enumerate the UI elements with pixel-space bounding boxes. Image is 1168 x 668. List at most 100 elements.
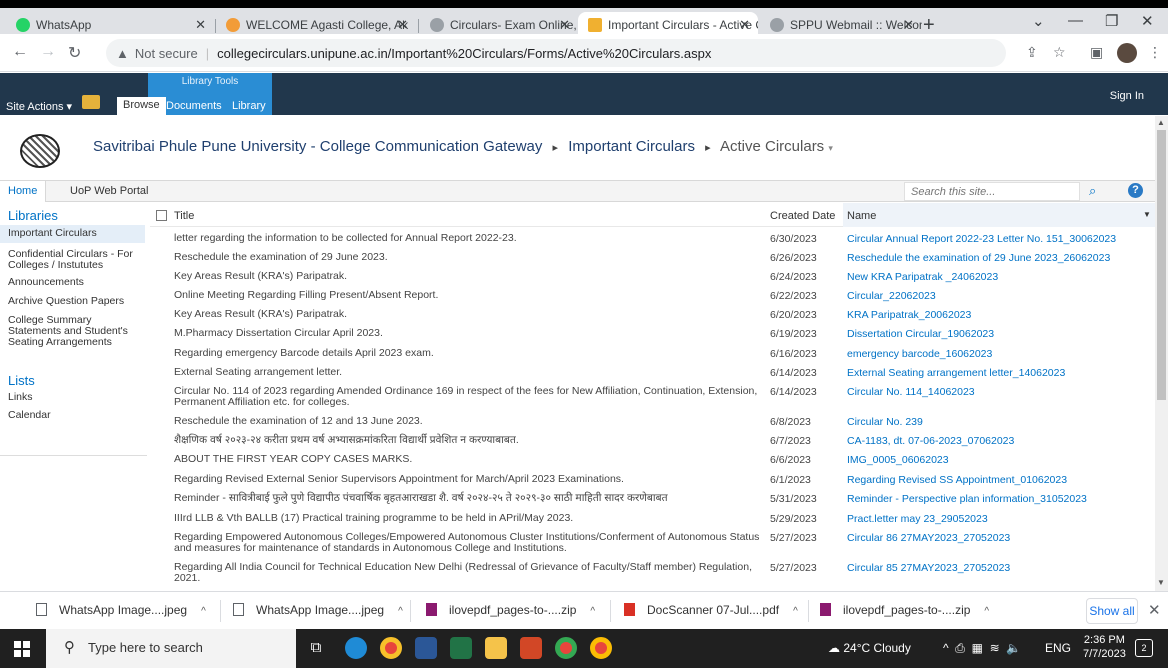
site-title-link[interactable]: Savitribai Phule Pune University - Colle…	[93, 138, 542, 155]
restore-icon[interactable]: ❐	[1105, 12, 1118, 30]
close-icon[interactable]: ✕	[397, 17, 408, 33]
row-name-link[interactable]: Reminder - Perspective plan information_…	[847, 493, 1087, 505]
security-label[interactable]: Not secure	[135, 46, 198, 61]
row-name-link[interactable]: IMG_0005_06062023	[847, 454, 949, 466]
show-all-button[interactable]: Show all	[1086, 598, 1138, 624]
row-title[interactable]: letter regarding the information to be c…	[174, 233, 766, 244]
row-title[interactable]: Key Areas Result (KRA's) Paripatrak.	[174, 271, 766, 282]
file-explorer-icon[interactable]	[485, 637, 507, 659]
address-bar[interactable]: ▲ Not secure | collegecirculars.unipune.…	[106, 39, 1006, 67]
bookmark-star-icon[interactable]: ☆	[1053, 44, 1066, 61]
language-indicator[interactable]: ENG	[1045, 641, 1071, 655]
download-item[interactable]: ilovepdf_pages-to-....zip ^	[426, 603, 595, 617]
chrome-icon[interactable]	[380, 637, 402, 659]
close-icon[interactable]: ✕	[559, 17, 570, 33]
nav-confidential-circulars[interactable]: Confidential Circulars - For Colleges / …	[8, 249, 138, 271]
column-header-title[interactable]: Title	[174, 210, 194, 222]
powerpoint-icon[interactable]	[520, 637, 542, 659]
select-all-checkbox[interactable]	[156, 210, 167, 221]
row-title[interactable]: Regarding Revised External Senior Superv…	[174, 474, 766, 485]
profile-avatar[interactable]	[1117, 43, 1137, 63]
row-title[interactable]: Reschedule the examination of 29 June 20…	[174, 252, 766, 263]
nav-college-summary-statements[interactable]: College Summary Statements and Student's…	[8, 315, 138, 348]
view-selector[interactable]: Active Circulars ▾	[720, 138, 833, 155]
nav-important-circulars[interactable]: Important Circulars	[0, 225, 145, 243]
notification-icon[interactable]: 2	[1135, 639, 1153, 657]
chevron-up-icon[interactable]: ^	[201, 606, 206, 617]
row-title[interactable]: Online Meeting Regarding Filling Present…	[174, 290, 766, 301]
chevron-up-icon[interactable]: ^	[793, 606, 798, 617]
download-item[interactable]: WhatsApp Image....jpeg ^	[233, 603, 403, 617]
help-icon[interactable]: ?	[1128, 183, 1143, 198]
chevron-up-icon[interactable]: ^	[398, 606, 403, 617]
close-icon[interactable]: ✕	[1148, 601, 1161, 619]
folder-icon[interactable]	[82, 95, 100, 109]
scroll-down-icon[interactable]: ▼	[1157, 578, 1165, 587]
clock[interactable]: 2:36 PM 7/7/2023	[1083, 633, 1126, 661]
row-name-link[interactable]: Dissertation Circular_19062023	[847, 328, 994, 340]
download-item[interactable]: DocScanner 07-Jul....pdf ^	[624, 603, 798, 617]
row-name-link[interactable]: CA-1183, dt. 07-06-2023_07062023	[847, 435, 1014, 447]
row-title[interactable]: External Seating arrangement letter.	[174, 367, 766, 378]
chevron-up-icon[interactable]: ^	[984, 606, 989, 617]
forward-icon[interactable]: →	[40, 43, 56, 61]
row-name-link[interactable]: Reschedule the examination of 29 June 20…	[847, 252, 1110, 264]
scroll-thumb[interactable]	[1157, 130, 1166, 400]
row-title[interactable]: Circular No. 114 of 2023 regarding Amend…	[174, 386, 766, 408]
row-name-link[interactable]: KRA Paripatrak_20062023	[847, 309, 971, 321]
column-header-created-date[interactable]: Created Date	[770, 210, 835, 222]
row-name-link[interactable]: Pract.letter may 23_29052023	[847, 513, 988, 525]
weather-widget[interactable]: ☁ 24°C Cloudy	[828, 641, 911, 655]
row-name-link[interactable]: Regarding Revised SS Appointment_0106202…	[847, 474, 1067, 486]
row-name-link[interactable]: Circular 85 27MAY2023_27052023	[847, 562, 1010, 574]
system-tray-icons[interactable]: ^ ⎙ ▦ ≋ 🔈	[943, 641, 1021, 656]
taskbar-search-input[interactable]: ⚲ Type here to search	[46, 629, 296, 668]
tab-browse[interactable]: Browse	[117, 97, 166, 115]
nav-calendar[interactable]: Calendar	[8, 410, 138, 421]
close-icon[interactable]: ✕	[903, 17, 914, 33]
column-menu-icon[interactable]: ▼	[1143, 210, 1151, 219]
excel-icon[interactable]	[450, 637, 472, 659]
word-icon[interactable]	[415, 637, 437, 659]
row-name-link[interactable]: Circular No. 114_14062023	[847, 386, 975, 398]
row-title[interactable]: Regarding emergency Barcode details Apri…	[174, 348, 766, 359]
row-title[interactable]: Regarding Empowered Autonomous Colleges/…	[174, 532, 766, 554]
side-panel-icon[interactable]: ▣	[1090, 44, 1103, 61]
chrome-profile-icon[interactable]	[590, 637, 612, 659]
url-text[interactable]: collegecirculars.unipune.ac.in/Important…	[217, 46, 711, 61]
edge-icon[interactable]	[345, 637, 367, 659]
libraries-heading[interactable]: Libraries	[8, 208, 58, 223]
column-header-name[interactable]: Name	[847, 210, 876, 222]
nav-links[interactable]: Links	[8, 392, 138, 403]
menu-kebab-icon[interactable]: ⋮	[1148, 44, 1162, 61]
row-title[interactable]: Reschedule the examination of 12 and 13 …	[174, 416, 766, 427]
sign-in-link[interactable]: Sign In	[1110, 90, 1144, 102]
row-name-link[interactable]: emergency barcode_16062023	[847, 348, 992, 360]
warning-icon[interactable]: ▲	[116, 46, 129, 61]
nav-home[interactable]: Home	[0, 181, 47, 202]
download-item[interactable]: ilovepdf_pages-to-....zip ^	[820, 603, 989, 617]
page-scrollbar[interactable]: ▲ ▼	[1155, 116, 1168, 591]
row-title[interactable]: Key Areas Result (KRA's) Paripatrak.	[174, 309, 766, 320]
row-name-link[interactable]: New KRA Paripatrak _24062023	[847, 271, 998, 283]
row-name-link[interactable]: Circular 86 27MAY2023_27052023	[847, 532, 1010, 544]
row-name-link[interactable]: Circular_22062023	[847, 290, 936, 302]
search-icon[interactable]: ⌕	[1089, 183, 1096, 199]
chrome-profile-icon[interactable]	[555, 637, 577, 659]
close-icon[interactable]: ✕	[195, 17, 206, 33]
row-title[interactable]: शैक्षणिक वर्ष २०२३-२४ करीता प्रथम वर्ष अ…	[174, 435, 766, 446]
tab-documents[interactable]: Documents	[166, 100, 222, 112]
reload-icon[interactable]: ↻	[68, 43, 81, 63]
row-title[interactable]: IIIrd LLB & Vth BALLB (17) Practical tra…	[174, 513, 766, 524]
row-title[interactable]: Regarding All India Council for Technica…	[174, 562, 766, 584]
tab-search-icon[interactable]: ⌄	[1032, 12, 1045, 30]
nav-archive-question-papers[interactable]: Archive Question Papers	[8, 296, 138, 307]
row-name-link[interactable]: Circular No. 239	[847, 416, 923, 428]
row-title[interactable]: Reminder - सावित्रीबाई फुले पुणे विद्याप…	[174, 493, 766, 504]
nav-uop-web-portal[interactable]: UoP Web Portal	[70, 185, 148, 197]
tab-library[interactable]: Library	[232, 100, 266, 112]
lists-heading[interactable]: Lists	[8, 373, 35, 388]
row-title[interactable]: M.Pharmacy Dissertation Circular April 2…	[174, 328, 766, 339]
back-icon[interactable]: ←	[12, 43, 28, 61]
site-actions-menu[interactable]: Site Actions ▾	[6, 100, 72, 113]
